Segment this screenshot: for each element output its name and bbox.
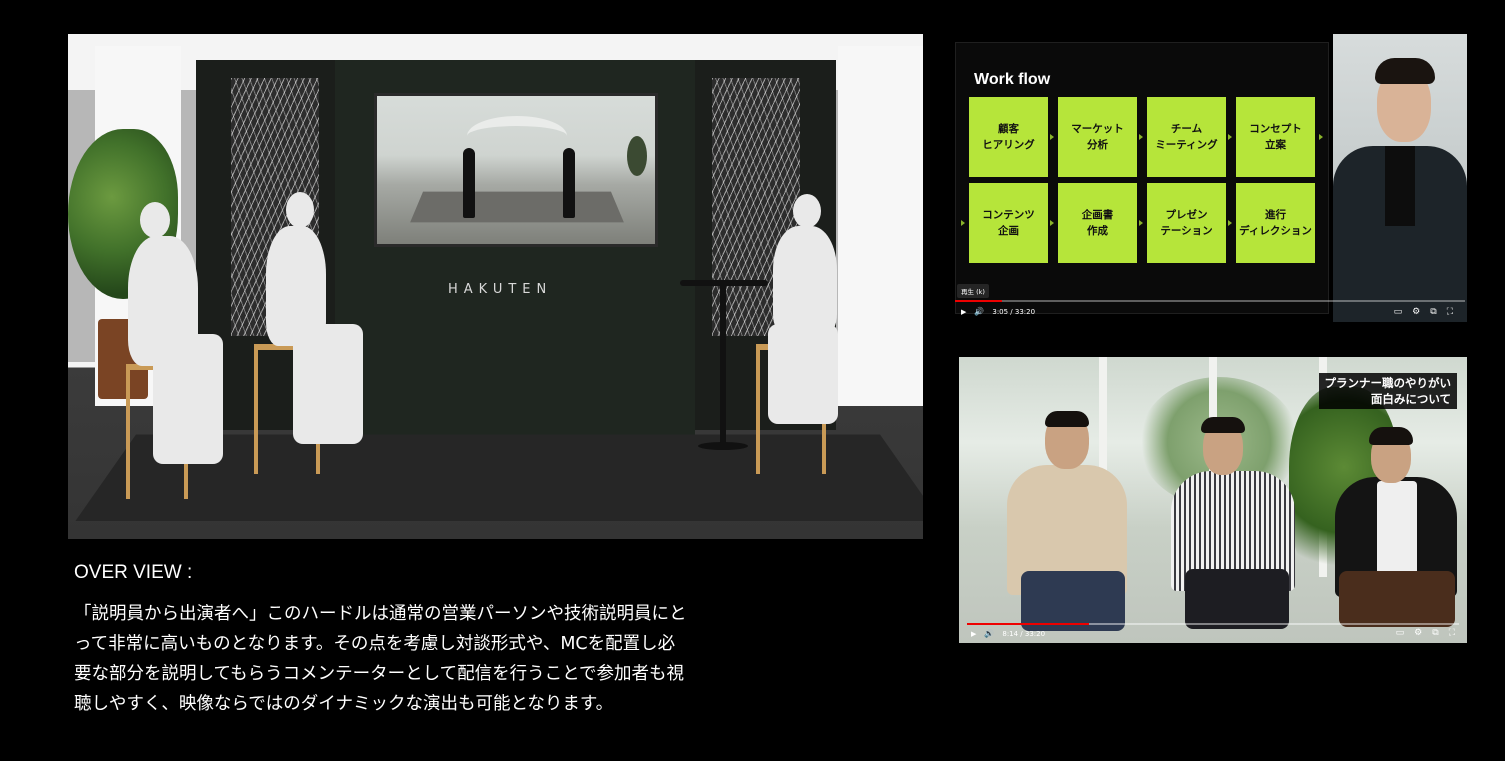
panelist-hair [1045,411,1089,427]
monitor-person [563,148,575,218]
workflow-step: 顧客 ヒアリング [969,97,1048,177]
workflow-slide: Work flow 顧客 ヒアリング マーケット 分析 チーム ミーティング コ… [955,42,1329,314]
stage-monitor [374,93,658,247]
mannequin-body [128,236,198,366]
mannequin-legs [768,324,838,424]
workflow-step: プレゼン テーション [1147,183,1226,263]
monitor-floor [410,191,624,223]
overview-body: 「説明員から出演者へ」このハードルは通常の営業パーソンや技術説明員にと って非常… [74,599,814,719]
high-table-base [698,442,748,450]
overview-line: 聴しやすく、映像ならではのダイナミックな演出も可能となります。 [74,694,614,714]
right-pillar [838,46,923,406]
controls-right: ▭ ⚙ ⧉ ⛶ [1396,628,1455,638]
overview-title: OVER VIEW : [74,562,193,583]
time-display: 3:05 / 33:20 [992,307,1036,316]
workflow-step: 企画書 作成 [1058,183,1137,263]
fullscreen-icon[interactable]: ⛶ [1447,307,1453,317]
caption-line: プランナー職のやりがい [1324,376,1452,390]
arrow-right-icon [1139,220,1143,226]
video-controls: ▶ 🔊 8:14 / 33:20 ▭ ⚙ ⧉ ⛶ [959,619,1467,643]
monitor-plant [627,136,647,176]
arrow-right-icon [961,220,965,226]
controls-left: ▶ 🔊 3:05 / 33:20 [961,307,1035,316]
workflow-step: チーム ミーティング [1147,97,1226,177]
monitor-screen [377,96,655,244]
video-controls: 再生 (k) ▶ 🔊 3:05 / 33:20 ▭ ⚙ ⧉ ⛶ [947,280,1467,322]
workflow-step: コンセプト 立案 [1236,97,1315,177]
settings-icon[interactable]: ⚙ [1412,307,1420,317]
settings-icon[interactable]: ⚙ [1414,628,1422,638]
overview-line: 「説明員から出演者へ」このハードルは通常の営業パーソンや技術説明員にと [74,604,687,624]
high-table-leg [720,284,726,444]
controls-right: ▭ ⚙ ⧉ ⛶ [1394,307,1453,317]
play-icon[interactable]: ▶ [961,308,966,316]
panelist-hair [1369,427,1413,445]
monitor-arch [467,116,567,156]
slide-title: Work flow [974,71,1051,88]
mannequin-body [773,226,837,336]
progress-bar[interactable] [955,300,1465,302]
video-caption: プランナー職のやりがい 面白みについて [1318,373,1457,409]
mannequin-body [266,226,326,346]
controls-left: ▶ 🔊 8:14 / 33:20 [971,629,1045,638]
workflow-video-player[interactable]: Work flow 顧客 ヒアリング マーケット 分析 チーム ミーティング コ… [947,34,1467,322]
workflow-step: コンテンツ 企画 [969,183,1048,263]
monitor-person [463,148,475,218]
speaker-shirt [1385,146,1415,226]
fullscreen-icon[interactable]: ⛶ [1449,628,1455,638]
workflow-grid: 顧客 ヒアリング マーケット 分析 チーム ミーティング コンセプト 立案 コン… [969,97,1315,263]
workflow-step: 進行 ディレクション [1236,183,1315,263]
progress-fill [955,300,1003,302]
arrow-right-icon [1139,134,1143,140]
arrow-right-icon [1050,134,1054,140]
arrow-right-icon [1228,134,1232,140]
caption-line: 面白みについて [1370,392,1451,406]
workflow-step: マーケット 分析 [1058,97,1137,177]
mannequin-head [793,194,821,228]
speaker-hair [1375,58,1435,84]
progress-fill [967,623,1089,625]
play-icon[interactable]: ▶ [971,630,976,638]
panelist-shirt [1377,481,1417,581]
time-display: 8:14 / 33:20 [1002,629,1046,638]
progress-bar[interactable] [967,623,1459,625]
overview-line: って非常に高いものとなります。その点を考慮し対談形式や、MCを配置し必 [74,634,676,654]
volume-icon[interactable]: 🔊 [984,629,994,638]
miniplayer-icon[interactable]: ⧉ [1430,307,1436,317]
volume-icon[interactable]: 🔊 [974,307,984,316]
panel-video-player[interactable]: プランナー職のやりがい 面白みについて ▶ 🔊 8:14 / 33:20 ▭ ⚙… [959,357,1467,643]
mannequin-head [140,202,170,238]
arrow-right-icon [1228,220,1232,226]
brand-logo: HAKUTEN [448,282,553,297]
booth-render-image: HAKUTEN [68,34,923,539]
subtitles-icon[interactable]: ▭ [1396,628,1405,638]
miniplayer-icon[interactable]: ⧉ [1432,628,1438,638]
arrow-right-icon [1319,134,1323,140]
mannequin-head [286,192,314,228]
speaker-video-feed [1333,34,1467,322]
subtitles-icon[interactable]: ▭ [1394,307,1403,317]
panelist-hair [1201,417,1245,433]
overview-line: 要な部分を説明してもらうコメンテーターとして配信を行うことで参加者も視 [74,664,685,684]
play-tooltip: 再生 (k) [957,284,989,298]
arrow-right-icon [1050,220,1054,226]
